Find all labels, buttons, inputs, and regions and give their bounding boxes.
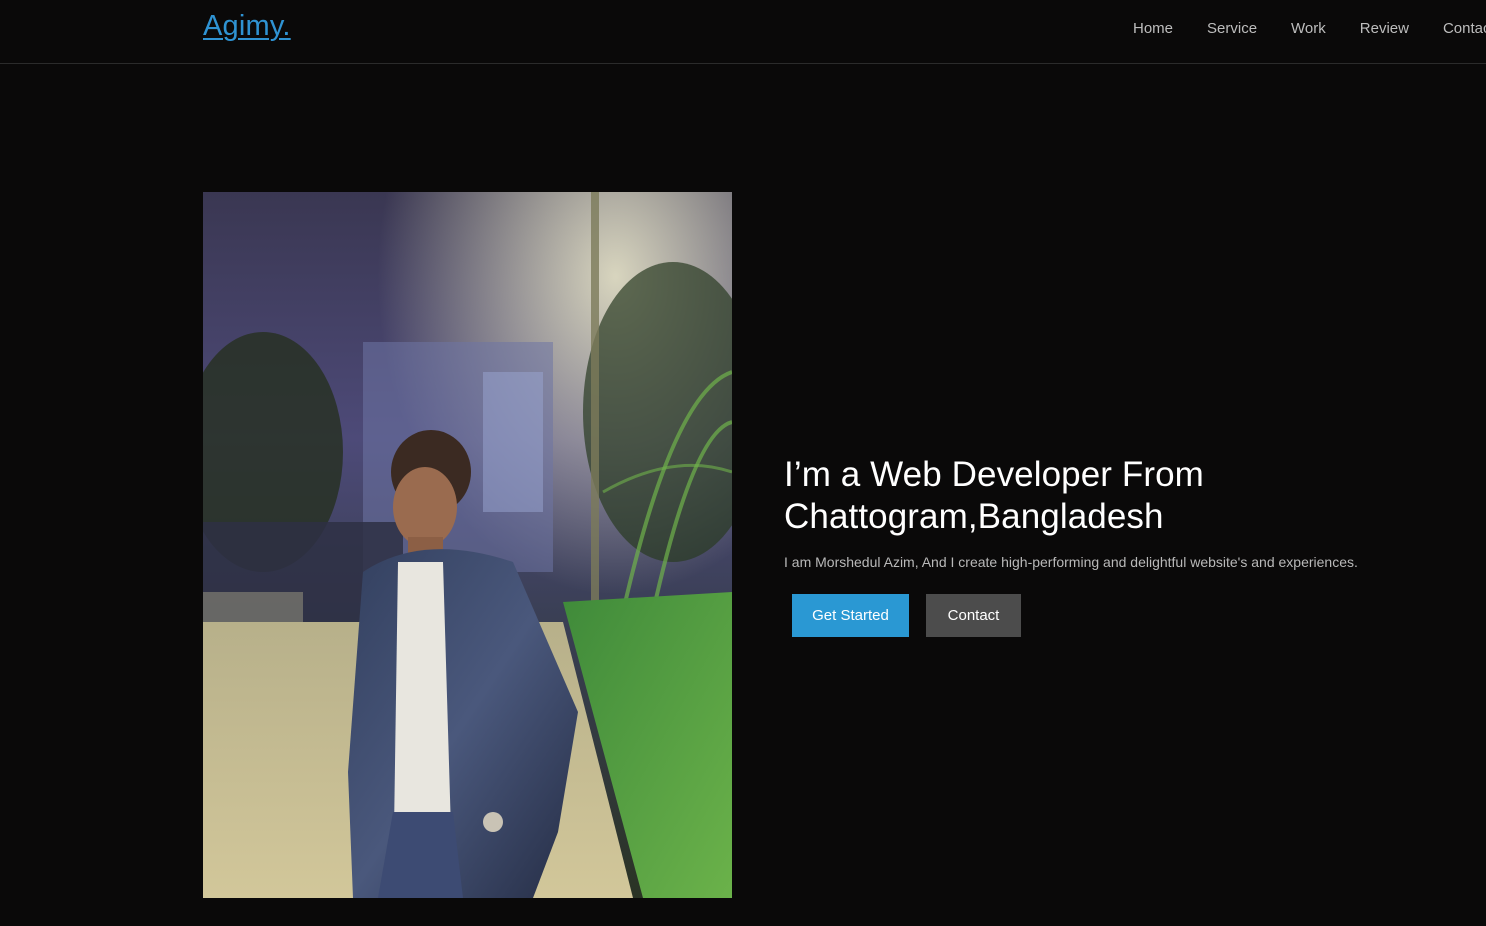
hero-subtext: I am Morshedul Azim, And I create high-p… (784, 554, 1358, 570)
hero-portrait-photo (203, 192, 732, 898)
hero-section: I’m a Web Developer From Chattogram,Bang… (784, 454, 1464, 637)
nav-menu: Home Service Work Review Contact (1116, 18, 1486, 40)
site-logo[interactable]: Agimy. (203, 6, 291, 46)
nav-item-service[interactable]: Service (1190, 18, 1274, 40)
portrait-illustration (203, 192, 732, 898)
hero-headline-line2: Chattogram,Bangladesh (784, 497, 1164, 536)
hero-actions: Get Started Contact (792, 594, 1021, 637)
navbar: Agimy. Home Service Work Review Contact (0, 0, 1486, 64)
nav-item-work[interactable]: Work (1274, 18, 1343, 40)
nav-item-home[interactable]: Home (1116, 18, 1190, 40)
nav-item-review[interactable]: Review (1343, 18, 1426, 40)
get-started-button[interactable]: Get Started (792, 594, 909, 637)
hero-headline-line1: I’m a Web Developer From (784, 455, 1204, 494)
hero-headline: I’m a Web Developer From Chattogram,Bang… (784, 454, 1464, 538)
nav-item-contact[interactable]: Contact (1426, 18, 1486, 40)
contact-button[interactable]: Contact (926, 594, 1021, 637)
